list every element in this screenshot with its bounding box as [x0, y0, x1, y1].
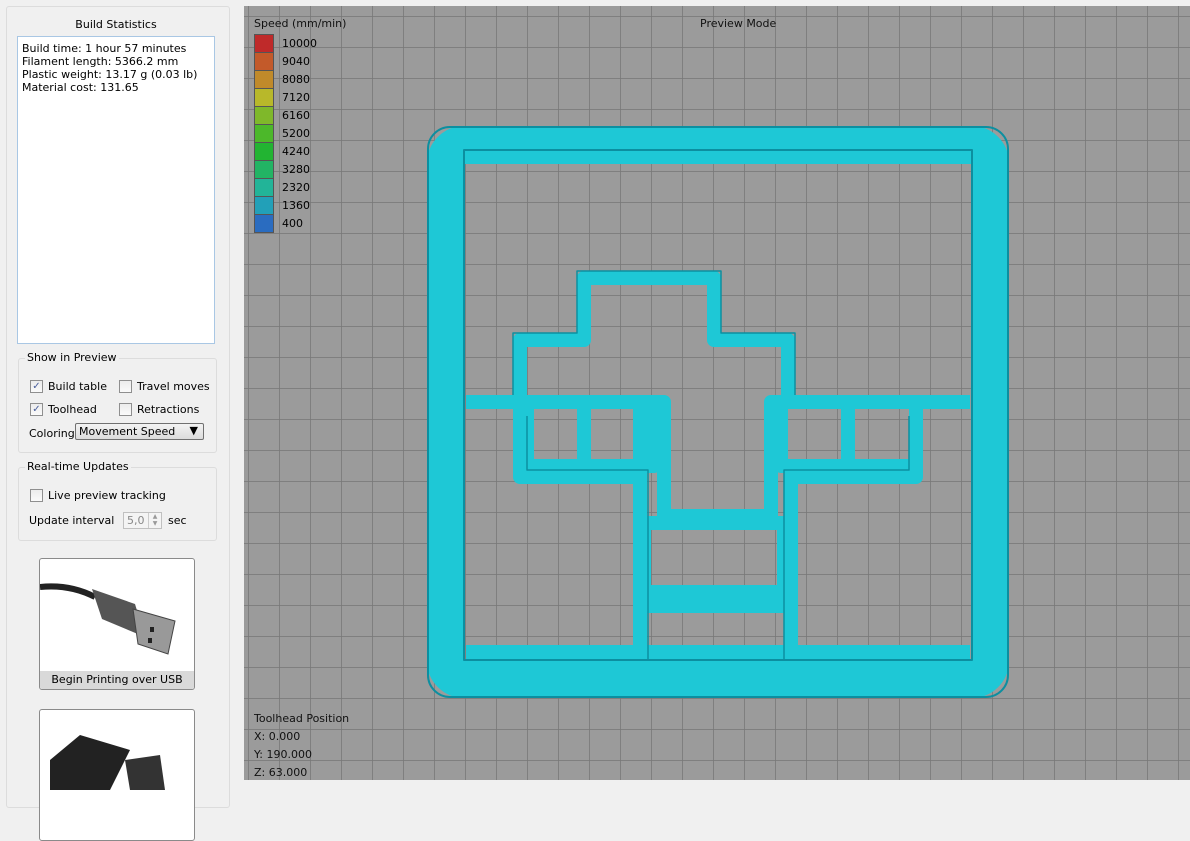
dropdown-arrow-icon: ▼ [189, 424, 198, 437]
stat-material-cost: Material cost: 131.65 [22, 81, 139, 94]
sd-card-button[interactable] [39, 709, 195, 841]
coloring-label: Coloring [29, 427, 75, 440]
realtime-updates-group: Real-time Updates Live preview tracking … [18, 460, 217, 541]
retractions-label: Retractions [137, 403, 200, 416]
coloring-select[interactable]: Movement Speed ▼ [75, 423, 204, 440]
stat-plastic-weight: Plastic weight: 13.17 g (0.03 lb) [22, 68, 198, 81]
toolhead-position-title: Toolhead Position [254, 712, 350, 725]
live-preview-label: Live preview tracking [48, 489, 166, 502]
usb-cable-icon [40, 583, 176, 655]
sidebar: Build Statistics Build time: 1 hour 57 m… [0, 0, 232, 841]
build-statistics-box: Build time: 1 hour 57 minutes Filament l… [17, 36, 215, 344]
checkbox-icon [119, 403, 132, 416]
retractions-checkbox[interactable]: Retractions [119, 403, 199, 416]
sd-card-icon [50, 735, 165, 790]
build-table-label: Build table [48, 380, 107, 393]
toolhead-label: Toolhead [48, 403, 97, 416]
spin-arrows-icon[interactable]: ▲ ▼ [148, 513, 161, 528]
toolhead-checkbox[interactable]: ✓ Toolhead [30, 403, 97, 416]
travel-moves-checkbox[interactable]: Travel moves [119, 380, 210, 393]
stat-filament-length: Filament length: 5366.2 mm [22, 55, 179, 68]
update-interval-label: Update interval [29, 514, 115, 527]
show-in-preview-title: Show in Preview [25, 351, 119, 364]
build-statistics-title: Build Statistics [75, 18, 157, 31]
coloring-value: Movement Speed [79, 425, 176, 438]
toolhead-z: Z: 63.000 [254, 766, 308, 779]
stat-build-time: Build time: 1 hour 57 minutes [22, 42, 187, 55]
checkbox-checked-icon: ✓ [30, 380, 43, 393]
model-preview [427, 126, 1009, 698]
update-interval-spinbox[interactable]: 5,0 ▲ ▼ [123, 512, 162, 529]
checkbox-icon [30, 489, 43, 502]
build-table-checkbox[interactable]: ✓ Build table [30, 380, 107, 393]
live-preview-checkbox[interactable]: Live preview tracking [30, 489, 166, 502]
update-interval-value: 5,0 [127, 514, 145, 527]
toolhead-x: X: 0.000 [254, 730, 301, 743]
show-in-preview-group: Show in Preview ✓ Build table Travel move… [18, 351, 217, 453]
realtime-updates-title: Real-time Updates [25, 460, 131, 473]
checkbox-icon [119, 380, 132, 393]
toolhead-y: Y: 190.000 [254, 748, 312, 761]
usb-print-label: Begin Printing over USB [40, 671, 194, 689]
travel-moves-label: Travel moves [137, 380, 210, 393]
update-interval-unit: sec [168, 514, 187, 527]
checkbox-checked-icon: ✓ [30, 403, 43, 416]
preview-viewport[interactable]: Preview Mode Speed (mm/min) 10000 9040 808… [244, 6, 1190, 780]
usb-print-button[interactable]: Begin Printing over USB [39, 558, 195, 690]
